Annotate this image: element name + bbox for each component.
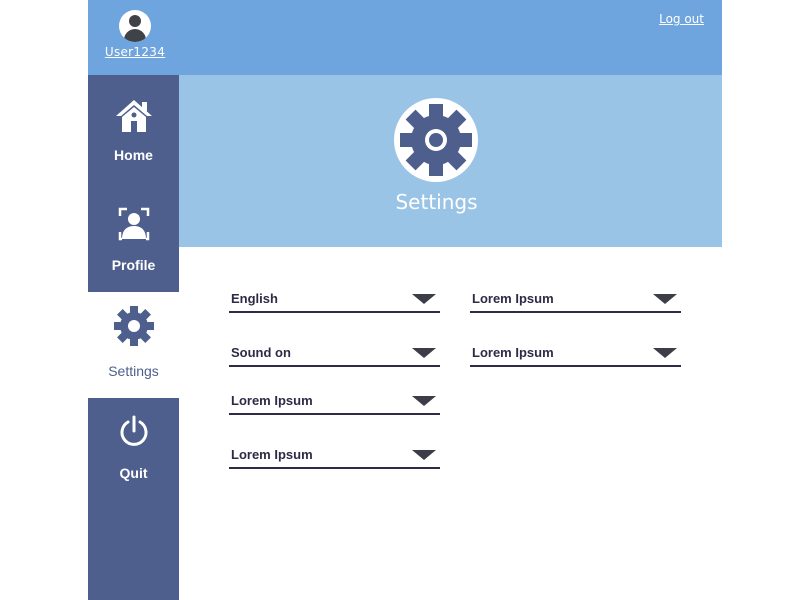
option-dropdown-2[interactable]: Lorem Ipsum bbox=[470, 285, 681, 313]
dropdown-value: Lorem Ipsum bbox=[231, 393, 313, 408]
gear-icon bbox=[398, 102, 474, 178]
top-bar: User1234 Log out bbox=[88, 0, 722, 75]
settings-banner: Settings bbox=[179, 75, 722, 247]
chevron-down-icon[interactable] bbox=[412, 294, 436, 304]
power-icon bbox=[118, 415, 150, 451]
chevron-down-icon[interactable] bbox=[412, 450, 436, 460]
chevron-down-icon[interactable] bbox=[412, 396, 436, 406]
avatar-head bbox=[129, 15, 141, 27]
chevron-down-icon[interactable] bbox=[412, 348, 436, 358]
dropdown-value: Lorem Ipsum bbox=[472, 291, 554, 306]
sidebar-item-quit[interactable]: Quit bbox=[88, 398, 179, 600]
gear-icon bbox=[113, 305, 155, 351]
sidebar-item-home[interactable]: Home bbox=[88, 75, 179, 182]
sound-dropdown[interactable]: Sound on bbox=[229, 339, 440, 367]
user-menu[interactable]: User1234 bbox=[105, 10, 165, 59]
sidebar-item-label: Quit bbox=[119, 465, 148, 481]
page-title: Settings bbox=[395, 190, 478, 214]
home-icon bbox=[115, 99, 153, 137]
language-dropdown[interactable]: English bbox=[229, 285, 440, 313]
profile-icon bbox=[118, 207, 150, 245]
chevron-down-icon[interactable] bbox=[653, 294, 677, 304]
option-dropdown-5[interactable]: Lorem Ipsum bbox=[229, 387, 440, 415]
banner-gear-badge bbox=[394, 98, 478, 182]
avatar[interactable] bbox=[119, 10, 151, 42]
sidebar-item-settings[interactable]: Settings bbox=[88, 292, 179, 398]
username-link[interactable]: User1234 bbox=[105, 45, 165, 59]
sidebar-item-label: Home bbox=[114, 147, 153, 163]
avatar-body bbox=[124, 29, 146, 42]
chevron-down-icon[interactable] bbox=[653, 348, 677, 358]
dropdown-value: Lorem Ipsum bbox=[231, 447, 313, 462]
sidebar-item-profile[interactable]: Profile bbox=[88, 182, 179, 292]
sidebar-item-label: Settings bbox=[108, 363, 159, 379]
dropdown-value: Sound on bbox=[231, 345, 291, 360]
sidebar: Home Profile Settings Quit bbox=[88, 75, 179, 600]
dropdown-value: English bbox=[231, 291, 278, 306]
logout-link[interactable]: Log out bbox=[659, 12, 704, 26]
option-dropdown-6[interactable]: Lorem Ipsum bbox=[229, 441, 440, 469]
dropdown-value: Lorem Ipsum bbox=[472, 345, 554, 360]
option-dropdown-4[interactable]: Lorem Ipsum bbox=[470, 339, 681, 367]
sidebar-item-label: Profile bbox=[111, 257, 156, 273]
